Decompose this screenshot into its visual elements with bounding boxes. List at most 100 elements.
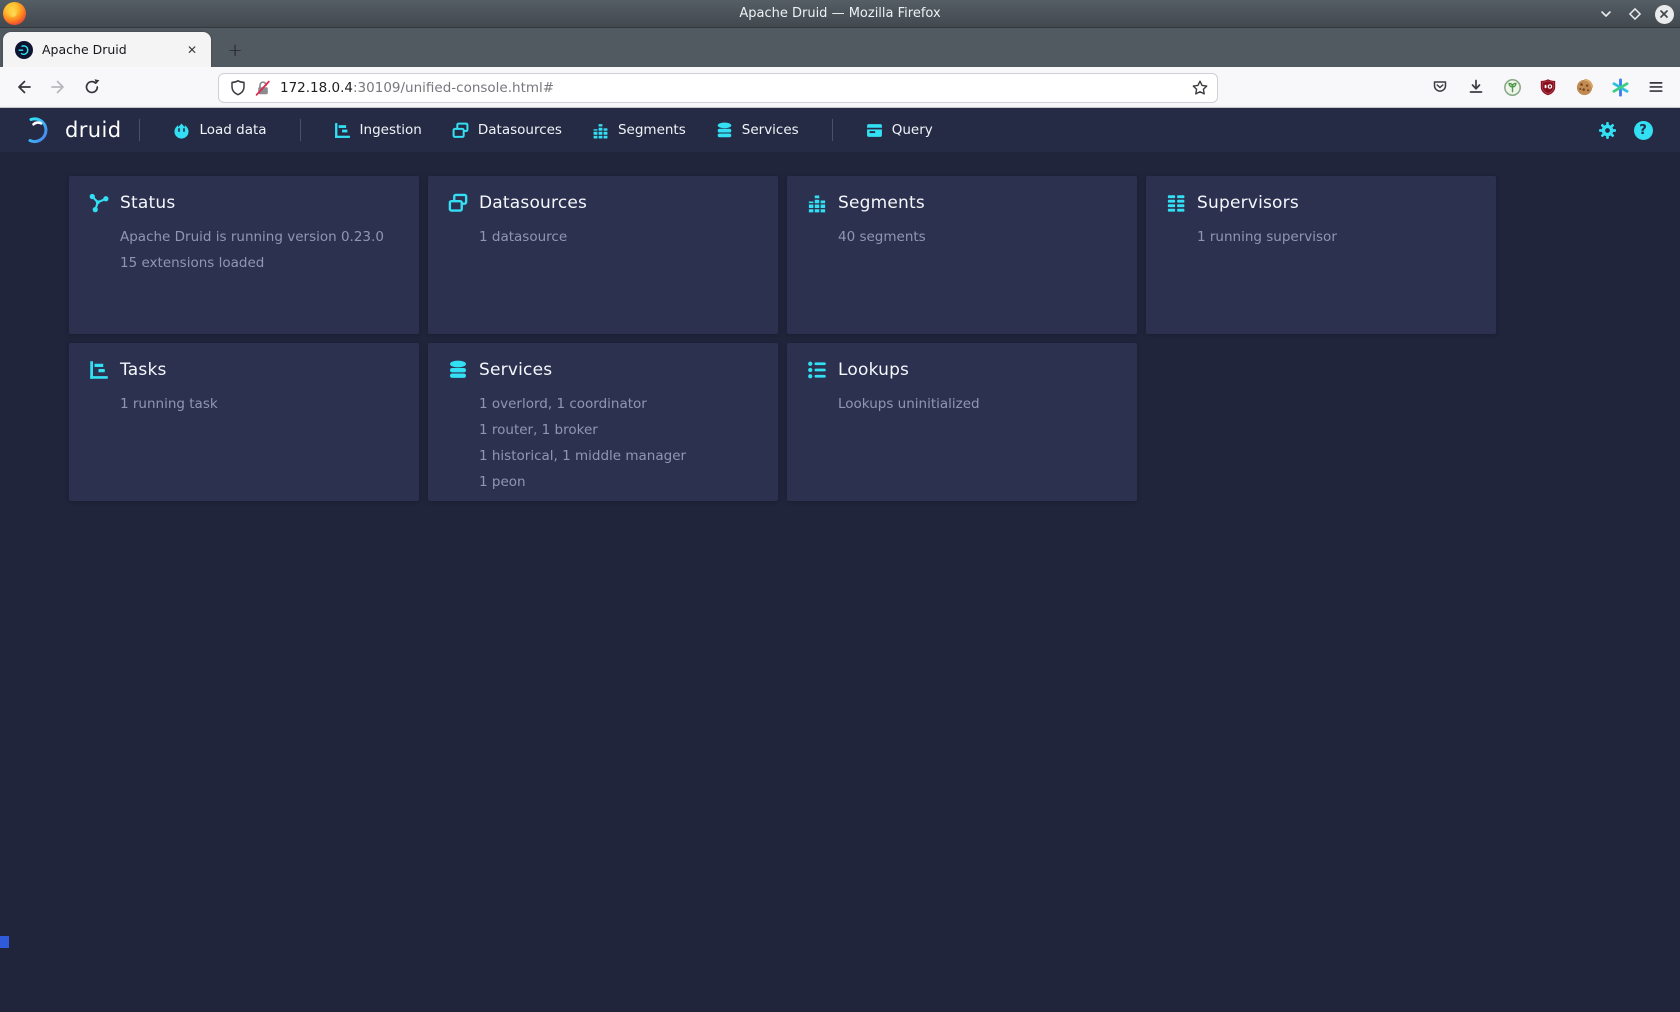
druid-logo[interactable]: druid (20, 115, 121, 145)
nav-datasources-label: Datasources (478, 122, 562, 138)
database-icon (716, 122, 733, 139)
help-icon: ? (1634, 121, 1653, 140)
druid-header: druid Load data Ingestion Datasources Se… (0, 108, 1680, 152)
help-button[interactable]: ? (1630, 117, 1656, 143)
shield-icon[interactable] (229, 79, 247, 97)
reload-icon (83, 78, 101, 96)
ublock-shield-icon (1539, 78, 1557, 96)
tab-bar: Apache Druid ✕ + (0, 28, 1680, 67)
nav-segments[interactable]: Segments (577, 108, 701, 152)
menu-button[interactable] (1640, 71, 1672, 103)
tab-close-button[interactable]: ✕ (181, 39, 203, 61)
cookie-extension-button[interactable] (1568, 71, 1600, 103)
extension-green-button[interactable] (1496, 71, 1528, 103)
stacked-bars-icon (807, 193, 827, 213)
nav-load-data[interactable]: Load data (158, 108, 281, 152)
diamond-icon (1628, 7, 1642, 21)
window-minimize-button[interactable] (1596, 4, 1616, 24)
gantt-chart-icon (89, 360, 109, 380)
druid-favicon-icon (15, 41, 33, 59)
new-tab-button[interactable]: + (221, 36, 249, 64)
tab-title: Apache Druid (42, 42, 181, 57)
status-version-text: Apache Druid is running version 0.23.0 (120, 224, 399, 250)
status-indicator (0, 936, 9, 948)
browser-toolbar: 172.18.0.4:30109/unified-console.html# (0, 67, 1680, 108)
nav-segments-label: Segments (618, 122, 686, 138)
card-services-title: Services (479, 360, 552, 380)
url-host: 172.18.0.4 (280, 80, 353, 96)
card-lookups[interactable]: Lookups Lookups uninitialized (787, 343, 1137, 501)
url-bar[interactable]: 172.18.0.4:30109/unified-console.html# (218, 73, 1218, 103)
nav-load-data-label: Load data (199, 122, 266, 138)
gear-icon (1598, 121, 1617, 140)
back-button[interactable] (8, 71, 40, 103)
nav-divider (832, 119, 833, 141)
multi-select-icon (448, 193, 468, 213)
gantt-chart-icon (334, 122, 351, 139)
window-titlebar: Apache Druid — Mozilla Firefox (0, 0, 1680, 28)
pocket-icon (1431, 78, 1449, 96)
multi-select-icon (452, 122, 469, 139)
insecure-lock-icon[interactable] (254, 79, 272, 97)
nav-services-label: Services (742, 122, 799, 138)
card-tasks[interactable]: Tasks 1 running task (69, 343, 419, 501)
nav-ingestion[interactable]: Ingestion (319, 108, 437, 152)
window-title: Apache Druid — Mozilla Firefox (0, 0, 1680, 28)
nav-query-label: Query (892, 122, 933, 138)
asterisk-extension-icon (1611, 78, 1630, 97)
reload-button[interactable] (76, 71, 108, 103)
card-status-title: Status (120, 193, 175, 213)
lookups-status-text: Lookups uninitialized (838, 391, 1117, 417)
close-icon (1655, 5, 1674, 24)
druid-wordmark: druid (65, 118, 121, 142)
card-status[interactable]: Status Apache Druid is running version 0… (69, 176, 419, 334)
ublock-button[interactable] (1532, 71, 1564, 103)
nav-divider (139, 119, 140, 141)
pocket-button[interactable] (1424, 71, 1456, 103)
datasources-count-text: 1 datasource (479, 224, 758, 250)
settings-button[interactable] (1594, 117, 1620, 143)
nav-ingestion-label: Ingestion (360, 122, 422, 138)
forward-button[interactable] (42, 71, 74, 103)
services-line-2: 1 router, 1 broker (479, 417, 758, 443)
back-arrow-icon (15, 78, 33, 96)
card-datasources-title: Datasources (479, 193, 587, 213)
tasks-count-text: 1 running task (120, 391, 399, 417)
window-maximize-button[interactable] (1625, 4, 1645, 24)
browser-tab[interactable]: Apache Druid ✕ (3, 32, 211, 67)
status-extensions-text: 15 extensions loaded (120, 250, 399, 276)
card-segments[interactable]: Segments 40 segments (787, 176, 1137, 334)
cloud-upload-icon (173, 122, 190, 139)
card-supervisors[interactable]: Supervisors 1 running supervisor (1146, 176, 1496, 334)
nav-query[interactable]: Query (851, 108, 948, 152)
url-path: :30109/unified-console.html# (353, 80, 554, 96)
download-icon (1467, 78, 1485, 96)
cookie-icon (1575, 78, 1594, 97)
properties-list-icon (807, 360, 827, 380)
card-datasources[interactable]: Datasources 1 datasource (428, 176, 778, 334)
hamburger-menu-icon (1647, 78, 1665, 96)
database-icon (448, 360, 468, 380)
card-lookups-title: Lookups (838, 360, 909, 380)
card-services[interactable]: Services 1 overlord, 1 coordinator 1 rou… (428, 343, 778, 501)
nav-divider (300, 119, 301, 141)
card-tasks-title: Tasks (120, 360, 167, 380)
list-columns-icon (1166, 193, 1186, 213)
url-text: 172.18.0.4:30109/unified-console.html# (280, 80, 1191, 96)
window-close-button[interactable] (1654, 4, 1674, 24)
services-line-3: 1 historical, 1 middle manager (479, 443, 758, 469)
segments-count-text: 40 segments (838, 224, 1117, 250)
stacked-bars-icon (592, 122, 609, 139)
nav-datasources[interactable]: Datasources (437, 108, 577, 152)
chevron-down-icon (1599, 7, 1613, 21)
extension-asterisk-button[interactable] (1604, 71, 1636, 103)
home-view: Status Apache Druid is running version 0… (0, 152, 1680, 1012)
bookmark-star-icon[interactable] (1191, 79, 1209, 97)
console-icon (866, 122, 883, 139)
nav-services[interactable]: Services (701, 108, 814, 152)
card-segments-title: Segments (838, 193, 925, 213)
downloads-button[interactable] (1460, 71, 1492, 103)
card-supervisors-title: Supervisors (1197, 193, 1299, 213)
forward-arrow-icon (49, 78, 67, 96)
graph-icon (89, 193, 109, 213)
